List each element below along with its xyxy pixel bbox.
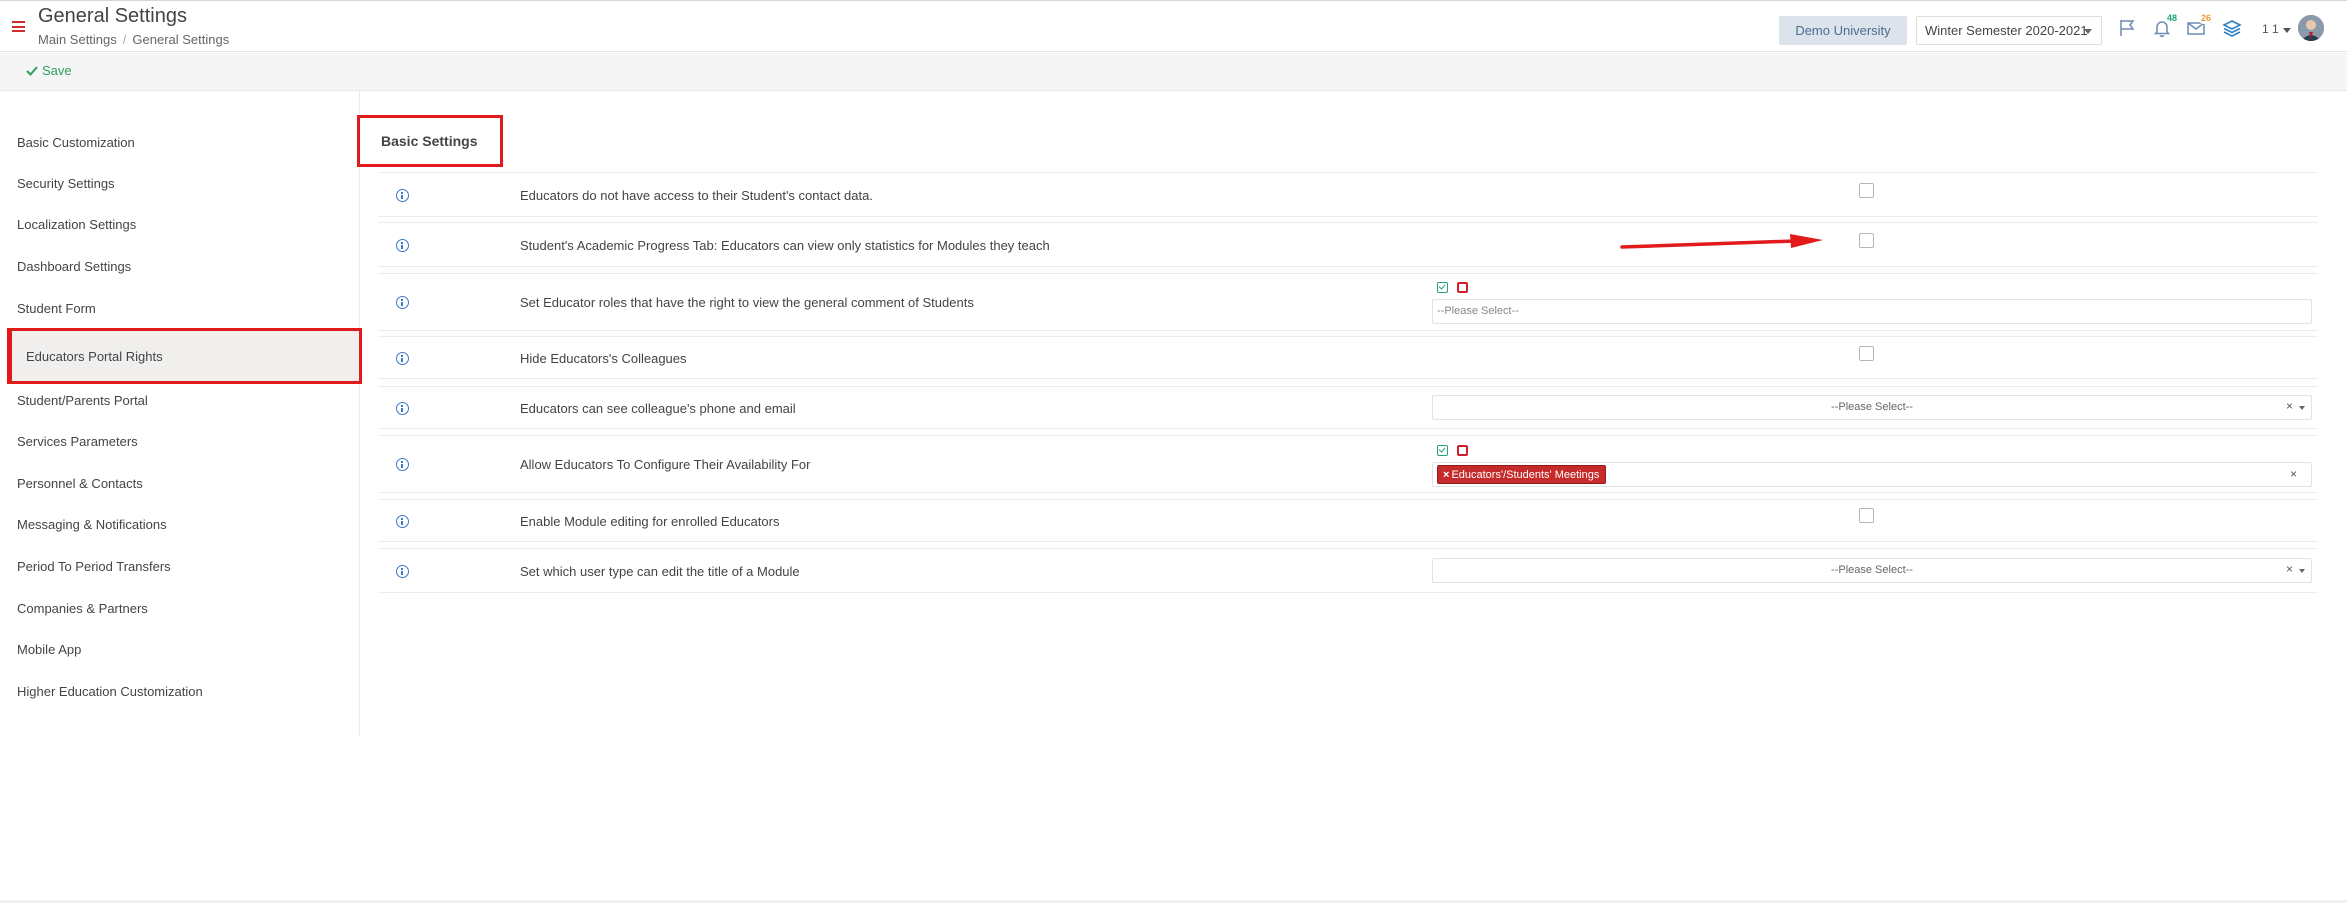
check-icon	[26, 65, 38, 76]
breadcrumb-main-settings[interactable]: Main Settings	[38, 32, 117, 47]
setting-label: Allow Educators To Configure Their Avail…	[520, 457, 811, 472]
settings-sidebar: Basic Customization Security Settings Lo…	[0, 91, 362, 737]
setting-label: Educators do not have access to their St…	[520, 188, 873, 203]
select-all-icon[interactable]	[1437, 282, 1448, 293]
breadcrumb-separator: /	[122, 32, 127, 47]
sidebar-item-dashboard-settings[interactable]: Dashboard Settings	[0, 247, 360, 287]
info-icon[interactable]	[396, 239, 409, 252]
breadcrumb-general-settings: General Settings	[132, 32, 230, 47]
sidebar-item-mobile-app[interactable]: Mobile App	[0, 630, 360, 670]
chevron-down-icon	[2084, 29, 2092, 34]
university-button[interactable]: Demo University	[1779, 16, 1907, 45]
setting-label: Enable Module editing for enrolled Educa…	[520, 514, 780, 529]
deselect-all-icon[interactable]	[1457, 445, 1468, 456]
avatar[interactable]	[2298, 15, 2324, 41]
setting-row: Enable Module editing for enrolled Educa…	[378, 499, 2318, 542]
annotation-arrow-icon	[1620, 234, 1823, 249]
chevron-down-icon[interactable]	[2299, 569, 2305, 573]
setting-row: Educators can see colleague's phone and …	[378, 386, 2318, 429]
setting-checkbox[interactable]	[1859, 508, 1874, 523]
setting-row: Educators do not have access to their St…	[378, 172, 2318, 217]
info-icon[interactable]	[396, 402, 409, 415]
setting-row: Set Educator roles that have the right t…	[378, 273, 2318, 331]
sidebar-item-student-form[interactable]: Student Form	[0, 289, 360, 329]
setting-checkbox[interactable]	[1859, 233, 1874, 248]
sidebar-item-higher-education[interactable]: Higher Education Customization	[0, 672, 360, 712]
setting-label: Student's Academic Progress Tab: Educato…	[520, 238, 1050, 253]
hamburger-menu-icon[interactable]	[12, 21, 25, 32]
section-header-box: Basic Settings	[357, 115, 503, 167]
setting-label: Educators can see colleague's phone and …	[520, 401, 796, 416]
module-title-editor-select[interactable]: --Please Select-- ×	[1432, 558, 2312, 583]
clear-icon[interactable]: ×	[2286, 399, 2293, 413]
action-toolbar: Save	[0, 53, 2347, 91]
selected-tag: × Educators'/Students' Meetings	[1437, 465, 1607, 484]
user-chevron-down-icon[interactable]	[2283, 28, 2291, 33]
sidebar-item-localization-settings[interactable]: Localization Settings	[0, 205, 360, 245]
sidebar-item-messaging-notifications[interactable]: Messaging & Notifications	[0, 505, 360, 545]
select-placeholder: --Please Select--	[1437, 305, 1519, 317]
info-icon[interactable]	[396, 352, 409, 365]
setting-label: Set which user type can edit the title o…	[520, 564, 800, 579]
messages-badge: 26	[2197, 12, 2214, 24]
page-title: General Settings	[38, 5, 187, 27]
save-label: Save	[42, 63, 72, 78]
setting-label: Hide Educators's Colleagues	[520, 351, 687, 366]
setting-row: Hide Educators's Colleagues	[378, 336, 2318, 379]
deselect-all-icon[interactable]	[1457, 282, 1468, 293]
setting-row: Allow Educators To Configure Their Avail…	[378, 435, 2318, 493]
clear-icon[interactable]: ×	[2290, 467, 2297, 481]
info-icon[interactable]	[396, 515, 409, 528]
info-icon[interactable]	[396, 296, 409, 309]
remove-tag-icon[interactable]: ×	[1443, 469, 1449, 481]
setting-checkbox[interactable]	[1859, 183, 1874, 198]
setting-row: Student's Academic Progress Tab: Educato…	[378, 222, 2318, 267]
save-button[interactable]: Save	[26, 63, 72, 78]
sidebar-item-period-transfers[interactable]: Period To Period Transfers	[0, 547, 360, 587]
flag-icon[interactable]	[2117, 18, 2137, 38]
info-icon[interactable]	[396, 565, 409, 578]
select-placeholder: --Please Select--	[1831, 401, 1913, 413]
notifications-badge: 48	[2163, 12, 2180, 24]
setting-checkbox[interactable]	[1859, 346, 1874, 361]
sidebar-item-personnel-contacts[interactable]: Personnel & Contacts	[0, 464, 360, 504]
user-count[interactable]: 1 1	[2262, 22, 2279, 36]
info-icon[interactable]	[396, 189, 409, 202]
educator-roles-multiselect[interactable]: --Please Select--	[1432, 299, 2312, 324]
bell-icon[interactable]: 48	[2152, 12, 2180, 38]
setting-label: Set Educator roles that have the right t…	[520, 295, 974, 310]
select-all-icon[interactable]	[1437, 445, 1448, 456]
sidebar-item-basic-customization[interactable]: Basic Customization	[0, 123, 360, 163]
clear-icon[interactable]: ×	[2286, 562, 2293, 576]
info-icon[interactable]	[396, 458, 409, 471]
availability-multiselect[interactable]: × Educators'/Students' Meetings ×	[1432, 462, 2312, 487]
sidebar-item-companies-partners[interactable]: Companies & Partners	[0, 589, 360, 629]
breadcrumb: Main Settings / General Settings	[38, 32, 229, 47]
sidebar-item-services-parameters[interactable]: Services Parameters	[0, 422, 360, 462]
semester-dropdown[interactable]: Winter Semester 2020-2021	[1916, 16, 2102, 45]
layers-icon[interactable]	[2222, 18, 2242, 38]
envelope-icon[interactable]: 26	[2186, 12, 2214, 38]
select-placeholder: --Please Select--	[1831, 564, 1913, 576]
section-title: Basic Settings	[381, 133, 478, 149]
sidebar-item-security-settings[interactable]: Security Settings	[0, 164, 360, 204]
semester-label: Winter Semester 2020-2021	[1925, 23, 2088, 38]
tag-label: Educators'/Students' Meetings	[1451, 469, 1600, 481]
colleague-contact-select[interactable]: --Please Select-- ×	[1432, 395, 2312, 420]
top-header: General Settings Main Settings / General S…	[0, 0, 2347, 52]
sidebar-item-educators-portal-rights[interactable]: Educators Portal Rights	[7, 328, 362, 384]
setting-row: Set which user type can edit the title o…	[378, 548, 2318, 593]
chevron-down-icon[interactable]	[2299, 406, 2305, 410]
sidebar-item-student-parents-portal[interactable]: Student/Parents Portal	[0, 381, 360, 421]
